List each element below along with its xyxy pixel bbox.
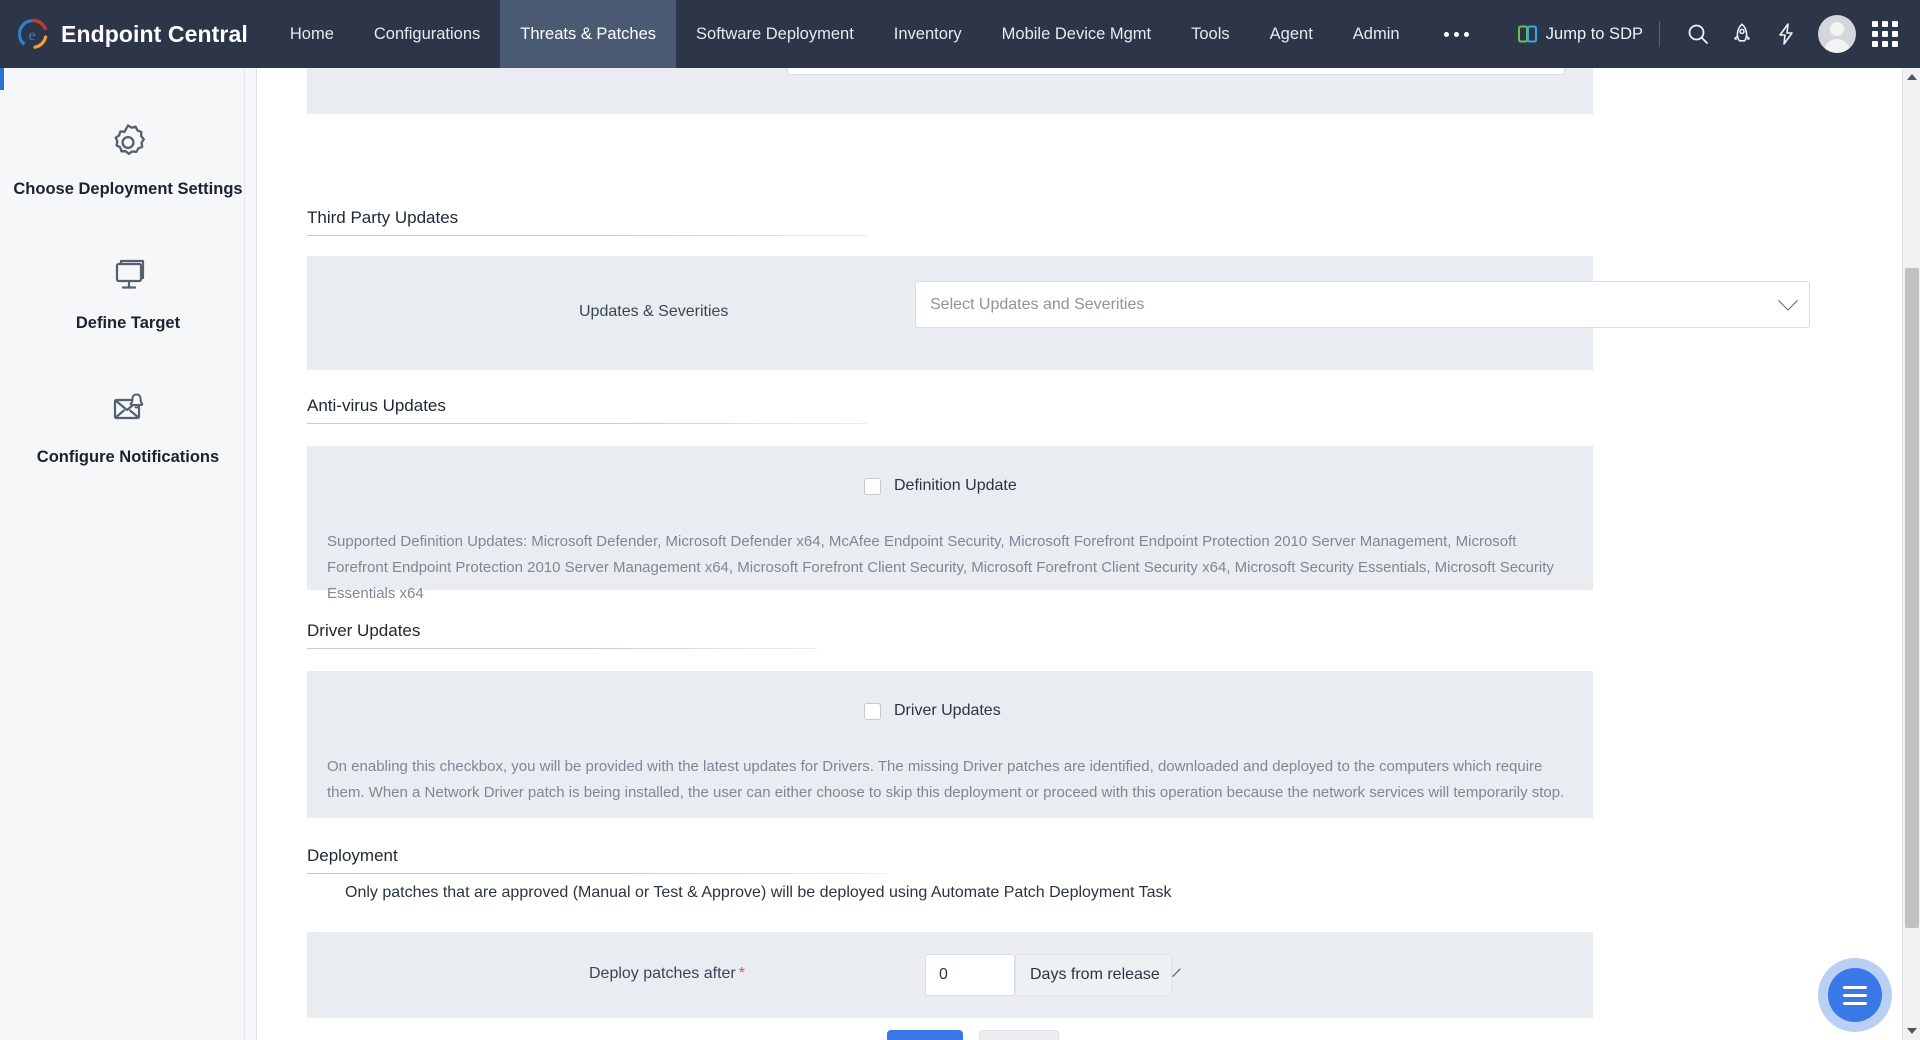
nav-item-agent[interactable]: Agent [1250, 0, 1333, 68]
nav-item-configurations[interactable]: Configurations [354, 0, 500, 68]
nav-overflow-icon[interactable] [1420, 0, 1494, 68]
wizard-sidebar: Choose Deployment Settings Define Target… [0, 68, 257, 1040]
updates-severities-placeholder: Select Updates and Severities [930, 295, 1145, 313]
previous-section-input-clipped[interactable] [787, 68, 1565, 75]
definition-update-checkbox-row[interactable]: Definition Update [864, 477, 1017, 495]
page-scrollbar[interactable] [1902, 68, 1920, 1040]
top-right-actions: Jump to SDP [1517, 0, 1920, 68]
divider [1659, 21, 1660, 47]
nav-item-admin[interactable]: Admin [1333, 0, 1420, 68]
sidebar-item-define-target[interactable]: Define Target [0, 200, 256, 334]
brand-name: Endpoint Central [61, 20, 248, 47]
section-divider [307, 648, 817, 649]
main-content: Third Party Updates Updates & Severities… [257, 68, 1902, 1040]
hamburger-menu-icon[interactable] [1828, 968, 1882, 1022]
cancel-button[interactable]: Cancel [979, 1030, 1059, 1040]
section-divider [307, 235, 867, 236]
deploy-days-input[interactable]: 0 [925, 954, 1015, 996]
nav-item-tools[interactable]: Tools [1171, 0, 1250, 68]
apps-grid-icon[interactable] [1864, 13, 1906, 55]
driver-updates-checkbox[interactable] [864, 702, 881, 720]
required-marker: * [738, 965, 745, 982]
endpoint-central-logo-icon: e [16, 17, 50, 51]
nav-item-inventory[interactable]: Inventory [874, 0, 982, 68]
antivirus-help-text: Supported Definition Updates: Microsoft … [327, 533, 1554, 602]
definition-update-checkbox[interactable] [864, 477, 881, 495]
jump-to-sdp-button[interactable]: Jump to SDP [1517, 24, 1643, 44]
section-title-driver-updates: Driver Updates [307, 621, 421, 640]
deployment-approval-note: Only patches that are approved (Manual o… [345, 884, 1172, 901]
nav-item-home[interactable]: Home [270, 0, 354, 68]
chevron-down-icon [1778, 290, 1798, 311]
nav-item-software-deployment[interactable]: Software Deployment [676, 0, 874, 68]
updates-severities-select[interactable]: Select Updates and Severities [915, 281, 1810, 328]
definition-update-label: Definition Update [894, 477, 1017, 494]
updates-severities-label: Updates & Severities [579, 303, 729, 320]
deploy-unit-select[interactable]: Days from release [1015, 954, 1181, 996]
deployment-panel: Deploy patches after * 0 Days from releas… [307, 932, 1593, 1018]
monitor-icon [102, 248, 154, 306]
section-title-third-party-updates: Third Party Updates [307, 208, 459, 227]
lightning-bolt-icon[interactable] [1764, 12, 1808, 56]
driver-help-text: On enabling this checkbox, you will be p… [327, 758, 1565, 801]
search-icon[interactable] [1676, 12, 1720, 56]
driver-updates-checkbox-row[interactable]: Driver Updates [864, 702, 1001, 720]
antivirus-panel: Definition Update Supported Definition U… [307, 446, 1593, 602]
brand-area[interactable]: e Endpoint Central [0, 0, 270, 68]
mail-bell-icon [102, 382, 154, 440]
top-navigation-bar: e Endpoint Central Home Configurations T… [0, 0, 1920, 68]
main-nav: Home Configurations Threats & Patches So… [270, 0, 1494, 68]
section-divider [307, 423, 867, 424]
gear-icon [102, 114, 154, 172]
rocket-icon[interactable] [1720, 12, 1764, 56]
driver-panel: Driver Updates On enabling this checkbox… [307, 671, 1593, 818]
sidebar-item-choose-deployment-settings[interactable]: Choose Deployment Settings [0, 80, 256, 200]
section-title-deployment: Deployment [307, 846, 398, 865]
scroll-up-arrow-icon[interactable] [1906, 74, 1917, 80]
nav-item-mobile-device-mgmt[interactable]: Mobile Device Mgmt [982, 0, 1171, 68]
driver-updates-label: Driver Updates [894, 702, 1001, 719]
chevron-down-icon [1172, 967, 1181, 977]
jump-to-sdp-label: Jump to SDP [1545, 24, 1643, 43]
sidebar-item-label: Choose Deployment Settings [13, 180, 243, 198]
sidebar-item-label: Define Target [75, 313, 181, 332]
sidebar-item-configure-notifications[interactable]: Configure Notifications [0, 334, 256, 468]
user-avatar[interactable] [1818, 15, 1856, 53]
next-button[interactable]: Next [887, 1030, 963, 1040]
deploy-patches-after-text: Deploy patches after [589, 965, 736, 982]
third-party-panel: Updates & Severities Select Updates and … [307, 256, 1810, 370]
previous-section-panel-clipped [307, 68, 1593, 114]
scrollbar-thumb[interactable] [1905, 268, 1919, 928]
svg-text:e: e [29, 27, 36, 44]
sidebar-active-accent [0, 68, 4, 90]
sidebar-scrollbar[interactable] [244, 68, 256, 1040]
section-title-antivirus-updates: Anti-virus Updates [307, 396, 446, 415]
deploy-unit-label: Days from release [1030, 966, 1160, 983]
scroll-down-arrow-icon[interactable] [1906, 1028, 1917, 1034]
section-divider [307, 873, 887, 874]
sdp-jump-icon [1517, 24, 1538, 44]
sidebar-item-label: Configure Notifications [36, 447, 220, 466]
nav-item-threats-and-patches[interactable]: Threats & Patches [500, 0, 677, 68]
deploy-patches-after-label: Deploy patches after * [589, 965, 745, 983]
